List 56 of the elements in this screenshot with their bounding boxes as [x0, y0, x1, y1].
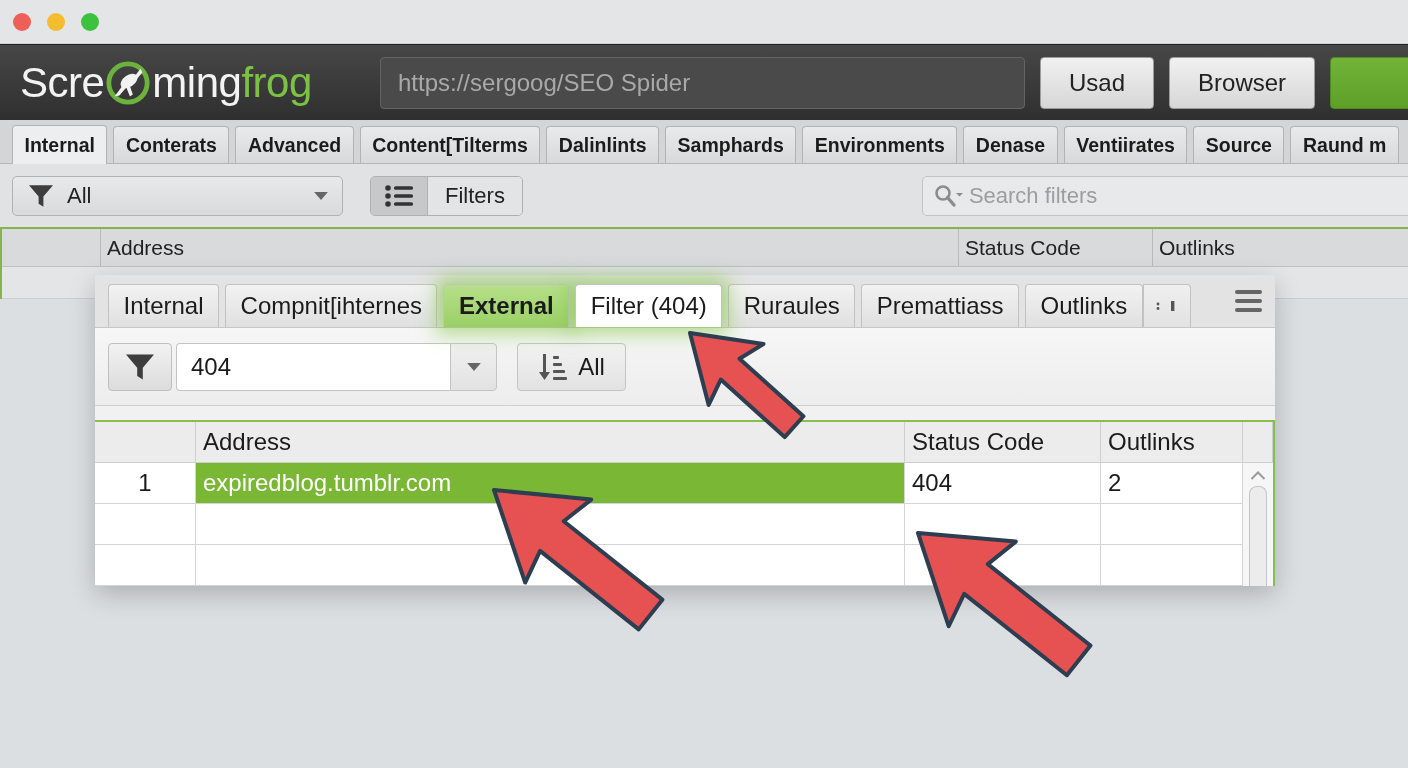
- column-header: Address: [100, 229, 958, 266]
- tab[interactable]: Environments: [802, 126, 958, 163]
- tab[interactable]: Ruraules: [728, 284, 856, 327]
- action-button[interactable]: [1330, 56, 1408, 109]
- close-icon[interactable]: [13, 12, 31, 31]
- table-cell: 2: [1101, 463, 1243, 504]
- caret-down-icon: [314, 191, 328, 200]
- tab[interactable]: Compnit[ihternes: [225, 284, 438, 327]
- menu-button[interactable]: [1235, 290, 1262, 312]
- filter-button[interactable]: [108, 342, 172, 391]
- list-view-button[interactable]: [371, 176, 427, 215]
- tab[interactable]: Filter (404): [575, 284, 723, 327]
- sort-icon: [538, 351, 569, 382]
- url-field[interactable]: https://sergoog/SEO Spider: [380, 56, 1025, 109]
- filter-icon: [29, 183, 53, 208]
- tab[interactable]: Samphards: [665, 126, 797, 163]
- tab[interactable]: Outlinks: [1025, 284, 1143, 327]
- filter-icon: [126, 352, 154, 381]
- more-tabs-button[interactable]: [1142, 284, 1191, 327]
- filter-input[interactable]: 404: [176, 342, 450, 391]
- column-header: Outlinks: [1152, 229, 1408, 266]
- logo-text: Scre: [20, 61, 105, 104]
- row-number: 1: [95, 463, 196, 504]
- tab[interactable]: Advanced: [235, 126, 354, 163]
- tab[interactable]: Content[Tilterms: [359, 126, 541, 163]
- header-cell: [1243, 422, 1273, 463]
- header-button[interactable]: Usad: [1040, 56, 1155, 109]
- menu-icon: [1235, 290, 1262, 312]
- column-header: Status Code: [958, 229, 1152, 266]
- scrollbar[interactable]: [1243, 463, 1273, 586]
- tab[interactable]: Source: [1193, 126, 1285, 163]
- search-icon: [933, 183, 964, 208]
- tab[interactable]: Premattiass: [861, 284, 1019, 327]
- logo-icon: [105, 59, 152, 106]
- table-cell: 404: [905, 463, 1101, 504]
- tab[interactable]: Dalinlints: [546, 126, 660, 163]
- tab[interactable]: Internal: [12, 125, 108, 164]
- tab[interactable]: Internal: [108, 284, 220, 327]
- tab[interactable]: Denase: [963, 126, 1058, 163]
- caret-down-icon: [466, 362, 481, 371]
- column-header: Status Code: [905, 422, 1101, 463]
- tab[interactable]: Raund m: [1290, 126, 1399, 163]
- filters-button[interactable]: Filters: [427, 176, 522, 215]
- dropdown-button[interactable]: [450, 342, 497, 391]
- column-header: Outlinks: [1101, 422, 1243, 463]
- tab[interactable]: Conterats: [113, 126, 230, 163]
- tab[interactable]: External: [443, 284, 570, 327]
- header-button[interactable]: Browser: [1169, 56, 1316, 109]
- sort-button[interactable]: All: [517, 342, 626, 391]
- logo-text: mingfrog: [152, 61, 312, 104]
- column-header: Address: [196, 422, 905, 463]
- tab[interactable]: Ventiirates: [1063, 126, 1188, 163]
- scroll-up-icon: [1250, 471, 1266, 480]
- filter-dropdown[interactable]: All: [12, 175, 343, 216]
- search-field[interactable]: Search filters: [921, 175, 1408, 216]
- list-icon: [385, 183, 413, 208]
